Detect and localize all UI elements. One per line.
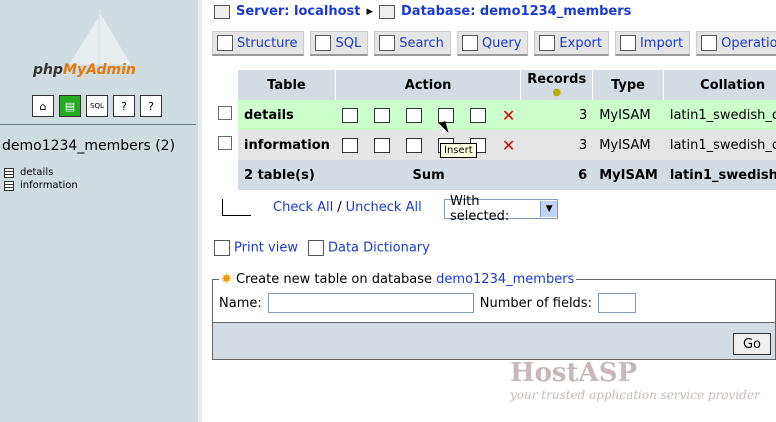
form-footer: Go xyxy=(212,322,776,360)
tab-query[interactable]: Query xyxy=(456,31,529,56)
table-collation: latin1_swedish_ci xyxy=(663,130,776,160)
tab-operations[interactable]: Operations xyxy=(696,31,776,56)
structure-icon xyxy=(217,35,233,51)
table-name: details xyxy=(238,100,336,130)
col-collation: Collation xyxy=(663,70,776,100)
phpmyadmin-logo[interactable]: phpMyAdmin xyxy=(33,62,136,78)
table-type: MyISAM xyxy=(593,130,664,160)
home-icon[interactable]: ⌂ xyxy=(32,95,54,117)
sidebar-table-information[interactable]: information xyxy=(4,179,78,192)
drop-icon[interactable]: ✕ xyxy=(502,106,515,125)
tab-sql[interactable]: SQL xyxy=(310,31,369,56)
name-label: Name: xyxy=(219,295,262,311)
server-icon xyxy=(214,4,230,19)
table-collation: latin1_swedish_ci xyxy=(663,100,776,130)
col-records: Records ● xyxy=(521,70,594,100)
docs-icon[interactable]: ? xyxy=(113,95,135,117)
sql-icon xyxy=(315,35,332,51)
tab-structure[interactable]: Structure xyxy=(212,31,305,56)
structure-icon[interactable] xyxy=(373,137,390,153)
sidebar: phpMyAdmin ⌂ ▤ SQL ? ? demo1234_members … xyxy=(0,0,202,422)
summary-row: 2 table(s) Sum 6 MyISAM latin1_swedish_c… xyxy=(212,160,776,190)
search-icon[interactable] xyxy=(405,137,422,153)
records-count: 3 xyxy=(521,100,594,130)
chevron-down-icon: ▼ xyxy=(540,201,557,217)
empty-icon[interactable] xyxy=(469,107,486,123)
tables-list: Table Action Records ● Type Collation det… xyxy=(212,70,776,190)
search-icon xyxy=(379,35,396,51)
hostasp-watermark: HostASP your trusted application service… xyxy=(510,358,760,402)
print-icon xyxy=(214,240,230,256)
row-checkbox[interactable] xyxy=(218,106,232,120)
col-action: Action xyxy=(335,70,522,100)
tab-search[interactable]: Search xyxy=(374,31,451,56)
summary-type: MyISAM xyxy=(593,160,664,190)
sql-icon[interactable]: SQL xyxy=(86,95,108,117)
table-name: information xyxy=(238,130,336,160)
db-link[interactable]: demo1234_members (2) xyxy=(2,138,175,154)
uncheck-all-link[interactable]: Uncheck All xyxy=(346,200,422,215)
divider xyxy=(0,124,196,125)
export-icon xyxy=(539,35,556,51)
help-icon: ● xyxy=(552,87,562,98)
structure-icon[interactable] xyxy=(373,107,390,123)
summary-collation: latin1_swedish_ci xyxy=(663,160,776,190)
col-type: Type xyxy=(593,70,664,100)
tooltip: Insert xyxy=(440,143,477,158)
create-table-form: ✸ Create new table on database demo1234_… xyxy=(212,272,776,324)
database-icon xyxy=(379,4,396,19)
fields-count-input[interactable] xyxy=(597,293,636,313)
fields-label: Number of fields: xyxy=(479,295,592,311)
check-all-link[interactable]: Check All xyxy=(273,200,333,215)
with-selected-select[interactable]: With selected: ▼ xyxy=(444,194,558,224)
query-icon xyxy=(461,35,478,51)
browse-icon[interactable] xyxy=(341,137,358,153)
table-icon xyxy=(4,180,14,191)
operations-icon xyxy=(701,35,718,51)
summary-tables: 2 table(s) xyxy=(238,160,336,190)
arrow-icon xyxy=(222,199,251,216)
data-dictionary-link[interactable]: Data Dictionary xyxy=(307,240,430,256)
table-icon xyxy=(4,167,14,178)
sidebar-table-details[interactable]: details xyxy=(4,166,78,179)
new-table-icon: ✸ xyxy=(221,272,232,287)
col-table: Table xyxy=(238,70,336,100)
records-count: 3 xyxy=(521,130,594,160)
separator: / xyxy=(337,200,342,215)
insert-icon[interactable] xyxy=(437,107,454,123)
chevron-right-icon: ▸ xyxy=(366,4,374,19)
browse-icon[interactable] xyxy=(341,107,358,123)
table-type: MyISAM xyxy=(593,100,664,130)
table-name-input[interactable] xyxy=(267,293,474,313)
print-view-link[interactable]: Print view xyxy=(214,240,298,256)
tab-export[interactable]: Export xyxy=(534,31,609,56)
query-window-icon[interactable]: ▤ xyxy=(59,95,81,117)
drop-icon[interactable]: ✕ xyxy=(502,136,515,155)
go-button[interactable]: Go xyxy=(733,333,771,355)
import-icon xyxy=(619,35,636,51)
summary-records: 6 xyxy=(521,160,594,190)
table-row: information ✕ 3 MyISAM latin1_swedish_ci xyxy=(212,130,776,160)
row-checkbox[interactable] xyxy=(218,136,232,150)
mysql-docs-icon[interactable]: ? xyxy=(140,95,162,117)
breadcrumb-database[interactable]: Database: demo1234_members xyxy=(401,4,631,19)
dictionary-icon xyxy=(307,240,324,256)
legend-text: Create new table on database xyxy=(236,272,433,287)
breadcrumb-server[interactable]: Server: localhost xyxy=(236,4,360,19)
search-icon[interactable] xyxy=(405,107,422,123)
summary-label: Sum xyxy=(335,160,522,190)
table-row: details ✕ 3 MyISAM latin1_swedish_ci xyxy=(212,100,776,130)
legend-db-link[interactable]: demo1234_members xyxy=(436,272,574,287)
tab-import[interactable]: Import xyxy=(614,31,691,56)
